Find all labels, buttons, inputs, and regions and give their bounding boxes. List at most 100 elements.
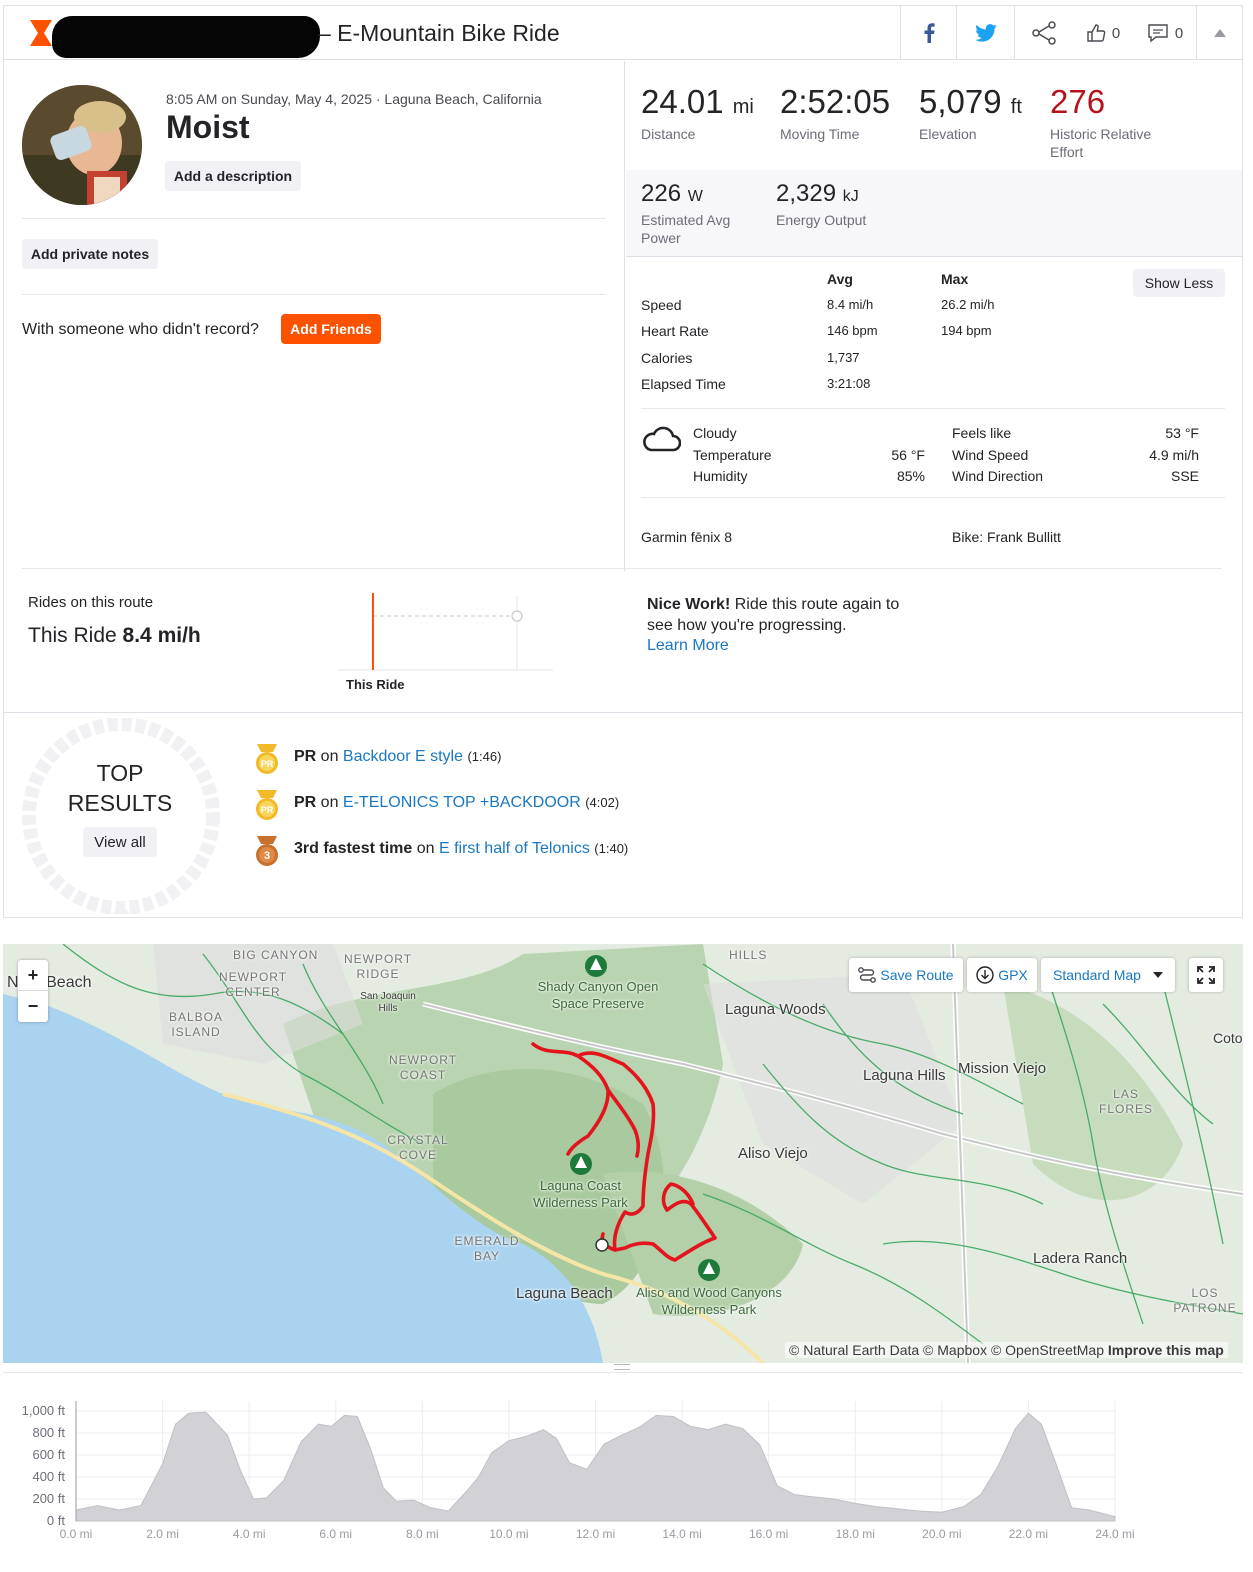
map-label: San Joaquin Hills [360,991,416,1014]
result-text: PR on Backdoor E style (1:46) [294,748,501,766]
result-time: (4:02) [585,795,620,810]
x-tick-label: 24.0 mi [1095,1527,1135,1541]
row-max: 194 bpm [941,323,992,338]
add-private-notes-button[interactable]: Add private notes [22,239,158,269]
fullscreen-button[interactable] [1189,958,1223,992]
y-tick-label: 0 ft [46,1513,65,1528]
zoom-in-button[interactable]: + [18,960,48,991]
resize-handle[interactable] [614,1364,630,1370]
collapse-button[interactable] [1196,6,1242,60]
download-icon [976,966,994,984]
segment-link[interactable]: Backdoor E style [343,748,463,765]
rides-on-route-heading: Rides on this route [28,594,154,611]
show-less-button[interactable]: Show Less [1133,269,1225,297]
share-button[interactable] [1014,6,1072,60]
result-prefix: 3rd fastest time [294,840,413,857]
comments-count: 0 [1174,24,1184,42]
route-icon [858,967,877,983]
redacted-athlete-name [52,16,320,58]
map-attribution: © Natural Earth Data © Mapbox © OpenStre… [785,1342,1228,1358]
column-max: Max [941,271,969,287]
activity-card: – E-Mountain Bike Ride 0 0 8:05 AM on Su… [3,5,1243,918]
x-tick-label: 4.0 mi [232,1527,266,1541]
twitter-share-button[interactable] [956,6,1014,60]
activity-stats: 24.01 mi Distance 2:52:05 Moving Time 5,… [624,61,1242,571]
thumbs-up-icon [1087,24,1106,42]
result-text: PR on E-TELONICS TOP +BACKDOOR (4:02) [294,794,619,812]
divider [3,1372,1243,1373]
result-text: 3rd fastest time on E first half of Telo… [294,840,628,858]
map-label: NEWPORT CENTER [218,970,288,999]
facebook-icon [924,23,935,43]
bike-name: Bike: Frank Bullitt [952,529,1061,545]
map-label: Coto [1213,1030,1243,1046]
wind-direction-value: SSE [1170,468,1199,484]
stat-value: 24.01 [641,83,724,120]
stat-label: Moving Time [780,126,860,142]
zoom-out-button[interactable]: − [18,991,48,1022]
stat-label: Elevation [919,126,977,142]
result-on: on [316,794,343,811]
stat-unit: mi [732,96,754,118]
row-label: Calories [641,350,693,366]
map-label: Laguna Hills [863,1067,946,1084]
save-route-label: Save Route [880,967,954,983]
segment-link[interactable]: E first half of Telonics [439,840,590,857]
stat-label: Estimated Avg Power [641,212,731,246]
share-icon [1031,21,1056,45]
map-label: Laguna Woods [725,1001,826,1018]
divider [22,218,606,219]
nice-work-bold: Nice Work! [647,596,731,613]
view-all-button[interactable]: View all [83,827,157,857]
stat-label: Historic Relative Effort [1050,126,1152,160]
column-avg: Avg [827,271,853,287]
avatar[interactable] [22,85,142,205]
zoom-controls: + − [18,960,48,1022]
x-tick-label: 14.0 mi [662,1527,702,1541]
activity-header: – E-Mountain Bike Ride 0 0 [4,6,1242,60]
y-tick-label: 1,000 ft [21,1403,65,1418]
x-tick-label: 6.0 mi [319,1527,353,1541]
map-label: CRYSTAL COVE [387,1133,449,1162]
map-label: Mission Viejo [958,1060,1047,1077]
map-label: Aliso and Wood Canyons Wilderness Park [636,1285,782,1317]
gpx-download-button[interactable]: GPX [967,958,1037,992]
map-label: BALBOA ISLAND [168,1010,224,1039]
stat-value: 226 [641,180,682,207]
kudos-button[interactable]: 0 [1072,6,1134,60]
x-tick-label: 10.0 mi [489,1527,529,1541]
divider [4,712,1242,713]
divider [641,497,1225,498]
add-friends-button[interactable]: Add Friends [281,314,381,344]
y-tick-label: 600 ft [32,1447,65,1462]
this-ride-value: 8.4 mi/h [122,624,201,647]
bronze-medal-icon: 3 [256,836,278,866]
attribution-text[interactable]: © Natural Earth Data © Mapbox © OpenStre… [789,1342,1104,1358]
top-results-line1: TOP [96,760,144,786]
improve-map-link[interactable]: Improve this map [1108,1342,1224,1358]
stat-value: 276 [1050,83,1106,120]
stat-value: 2:52:05 [780,83,891,120]
result-time: (1:40) [594,841,629,856]
save-route-button[interactable]: Save Route [849,958,963,992]
add-description-button[interactable]: Add a description [165,161,301,191]
elevation-chart: 1,000 ft 800 ft 600 ft 400 ft 200 ft 0 ft 0.0… [3,1375,1243,1565]
map-style-select[interactable]: Standard Map [1041,958,1175,992]
map-label: Laguna Coast Wilderness Park [533,1178,628,1210]
map-label: NEWPORT COAST [388,1053,458,1082]
feels-like-label: Feels like [952,425,1012,441]
temperature-value: 56 °F [891,447,925,463]
facebook-share-button[interactable] [900,6,956,60]
humidity-value: 85% [896,468,925,484]
row-avg: 3:21:08 [827,376,871,391]
result-prefix: PR [294,794,317,811]
segment-link[interactable]: E-TELONICS TOP +BACKDOOR [343,794,581,811]
learn-more-link[interactable]: Learn More [647,637,729,655]
map-label: EMERALD BAY [454,1234,520,1263]
result-on: on [412,840,439,857]
x-tick-label: 20.0 mi [922,1527,962,1541]
wind-direction-label: Wind Direction [952,468,1044,484]
row-avg: 146 bpm [827,323,878,338]
route-map[interactable]: N ort Beach BIG CANYON NEWPORT RIDGE NEW… [3,944,1243,1363]
comments-button[interactable]: 0 [1134,6,1196,60]
